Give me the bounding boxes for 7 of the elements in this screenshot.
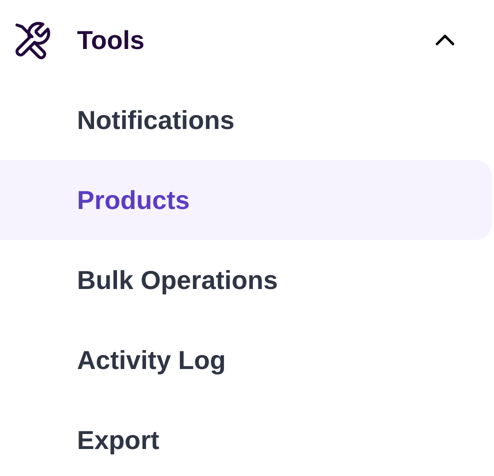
menu-item[interactable]: Export xyxy=(0,400,492,476)
menu-item[interactable]: Bulk Operations xyxy=(0,240,492,320)
menu-item[interactable]: Notifications xyxy=(0,80,492,160)
menu-item[interactable]: Activity Log xyxy=(0,320,492,400)
chevron-up-icon xyxy=(434,33,456,47)
menu-item[interactable]: Products xyxy=(0,160,492,240)
section-header[interactable]: Tools xyxy=(0,0,492,80)
